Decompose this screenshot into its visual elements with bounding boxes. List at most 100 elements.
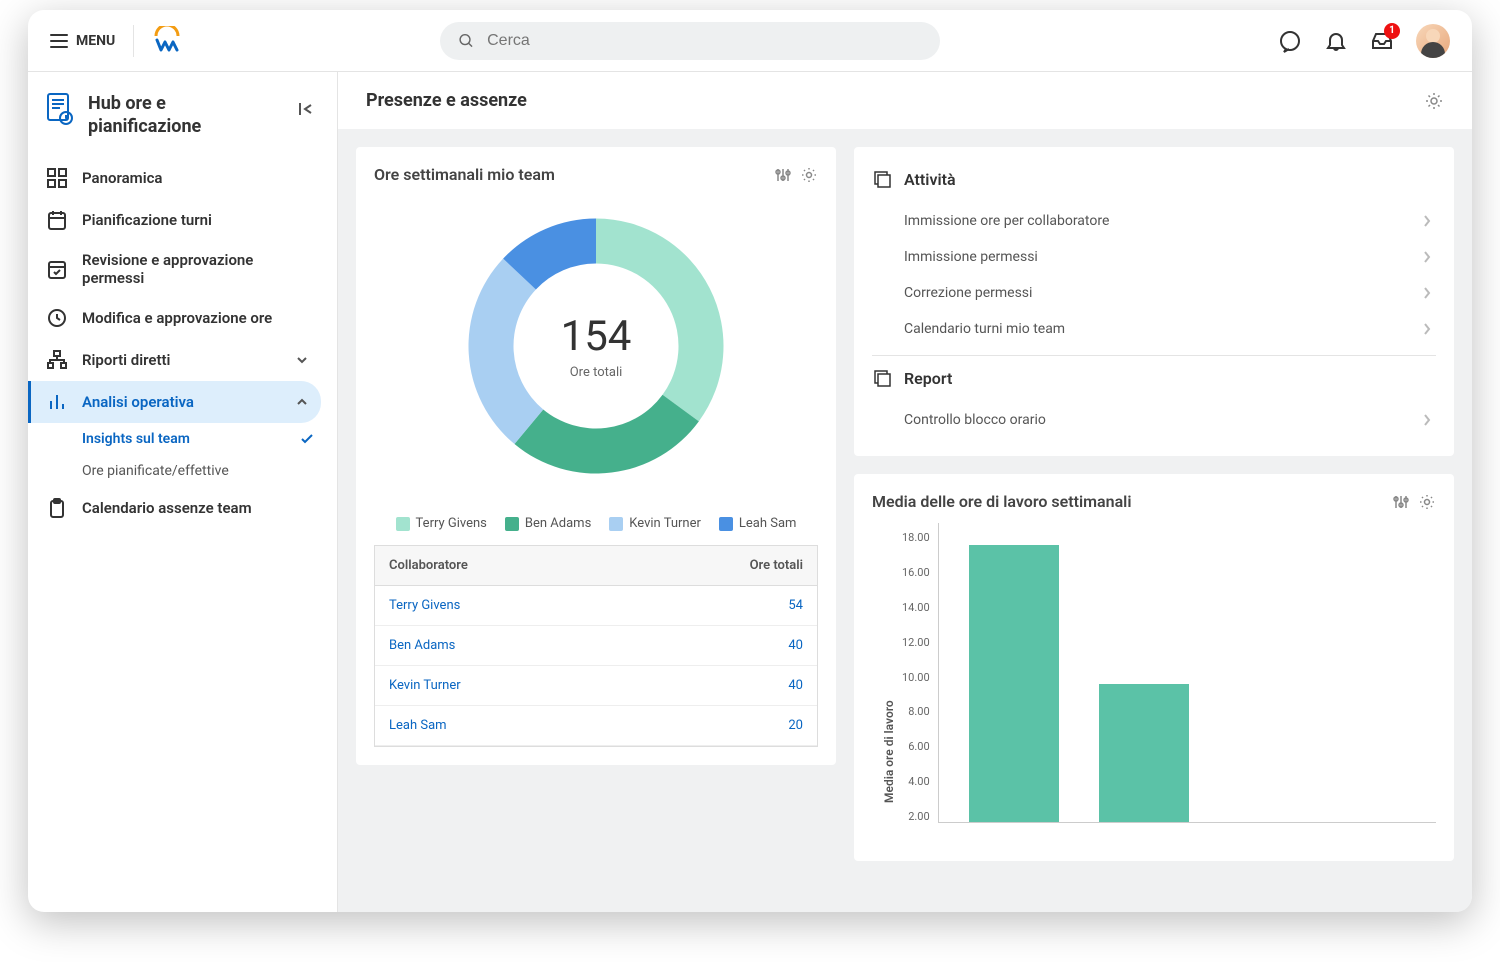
gear-icon[interactable] [1418,493,1436,511]
bar-chart: Media ore di lavoro 18.0016.0014.0012.00… [872,523,1436,843]
list-item-label: Controllo blocco orario [904,412,1046,428]
sidebar-item-label: Pianificazione turni [82,211,212,229]
main-content: Presenze e assenze Ore settimanali mio t… [338,72,1472,912]
section-title-text: Attività [904,170,956,189]
bar[interactable] [969,545,1059,822]
calendar-check-icon [46,258,68,280]
sidebar-item-label: Analisi operativa [82,393,194,411]
collaborator-link[interactable]: Leah Sam [375,706,717,745]
inbox-icon[interactable]: 1 [1370,29,1394,53]
y-tick: 18.00 [902,531,930,544]
chat-icon[interactable] [1278,29,1302,53]
sidebar-sub-insights[interactable]: Insights sul team [28,423,327,455]
collaborator-link[interactable]: Kevin Turner [375,666,717,705]
y-tick: 6.00 [902,740,930,753]
search-input[interactable] [487,32,922,50]
bar[interactable] [1099,684,1189,822]
calendar-icon [46,209,68,231]
donut-slice[interactable] [514,395,698,474]
sidebar-item-panoramica[interactable]: Panoramica [28,157,321,199]
legend-swatch [505,517,519,531]
sidebar-item-calendario[interactable]: Calendario assenze team [28,487,321,529]
search-bar[interactable] [440,22,940,60]
y-tick: 16.00 [902,566,930,579]
activity-icon [872,169,892,189]
legend-item[interactable]: Ben Adams [505,516,591,531]
legend-item[interactable]: Terry Givens [396,516,487,531]
legend-label: Leah Sam [739,516,797,531]
list-item[interactable]: Immissione ore per collaboratore [872,203,1436,239]
list-item-label: Immissione permessi [904,249,1038,265]
menu-label: MENU [76,33,115,49]
gear-icon[interactable] [1424,91,1444,111]
collapse-icon[interactable] [297,100,315,118]
chevron-right-icon [1422,322,1432,336]
donut-legend: Terry Givens Ben Adams Kevin Turner Leah Sa… [396,516,797,531]
y-tick: 8.00 [902,705,930,718]
dashboard-icon [46,167,68,189]
collaborator-link[interactable]: Ben Adams [375,626,717,665]
workday-logo[interactable] [152,26,182,56]
list-item[interactable]: Immissione permessi [872,239,1436,275]
sidebar-sub-label: Ore pianificate/effettive [82,463,229,479]
sidebar-item-revisione[interactable]: Revisione e approvazione permessi [28,241,321,297]
search-icon [458,32,475,50]
list-item[interactable]: Calendario turni mio team [872,311,1436,347]
list-item-label: Immissione ore per collaboratore [904,213,1109,229]
list-item[interactable]: Correzione permessi [872,275,1436,311]
chevron-right-icon [1422,250,1432,264]
sidebar-item-pianificazione[interactable]: Pianificazione turni [28,199,321,241]
y-tick: 4.00 [902,775,930,788]
y-tick: 14.00 [902,601,930,614]
sidebar-item-modifica[interactable]: Modifica e approvazione ore [28,297,321,339]
table-row: Ben Adams40 [375,626,817,666]
gear-icon[interactable] [800,166,818,184]
table-row: Terry Givens54 [375,586,817,626]
legend-item[interactable]: Leah Sam [719,516,797,531]
legend-item[interactable]: Kevin Turner [609,516,701,531]
hub-icon [46,92,74,126]
list-item-label: Correzione permessi [904,285,1032,301]
bell-icon[interactable] [1324,29,1348,53]
legend-label: Ben Adams [525,516,591,531]
table-row: Kevin Turner40 [375,666,817,706]
sidebar-item-label: Modifica e approvazione ore [82,309,272,327]
sidebar-item-label: Panoramica [82,169,162,187]
sidebar-item-riporti[interactable]: Riporti diretti [28,339,321,381]
card-title: Ore settimanali mio team [374,165,555,184]
menu-button[interactable]: MENU [50,33,115,49]
sidebar-title: Hub ore e pianificazione [88,92,283,139]
table-header-hours: Ore totali [717,546,817,585]
y-tick: 10.00 [902,671,930,684]
topbar: MENU 1 [28,10,1472,72]
sidebar: Hub ore e pianificazione Panoramica Pian… [28,72,338,912]
filter-icon[interactable] [1392,493,1410,511]
chevron-down-icon [295,353,309,367]
clipboard-icon [46,497,68,519]
chevron-right-icon [1422,214,1432,228]
legend-swatch [396,517,410,531]
donut-label: Ore totali [561,365,632,380]
check-icon [299,431,315,447]
hours-value: 54 [717,586,817,625]
filter-icon[interactable] [774,166,792,184]
team-hours-card: Ore settimanali mio team 154 [356,147,836,765]
bar-chart-icon [46,391,68,413]
sidebar-sub-ore[interactable]: Ore pianificate/effettive [28,455,327,487]
donut-slice[interactable] [469,259,544,444]
legend-swatch [719,517,733,531]
legend-swatch [609,517,623,531]
hours-value: 20 [717,706,817,745]
sidebar-item-analisi[interactable]: Analisi operativa [28,381,321,423]
inbox-badge: 1 [1384,23,1400,39]
sidebar-item-label: Revisione e approvazione permessi [82,251,309,287]
collaborator-link[interactable]: Terry Givens [375,586,717,625]
activity-card: Attività Immissione ore per collaborator… [854,147,1454,456]
legend-label: Terry Givens [416,516,487,531]
list-item[interactable]: Controllo blocco orario [872,402,1436,438]
hours-value: 40 [717,626,817,665]
page-title: Presenze e assenze [366,90,527,111]
sidebar-sub-label: Insights sul team [82,431,190,447]
avatar[interactable] [1416,24,1450,58]
clock-icon [46,307,68,329]
